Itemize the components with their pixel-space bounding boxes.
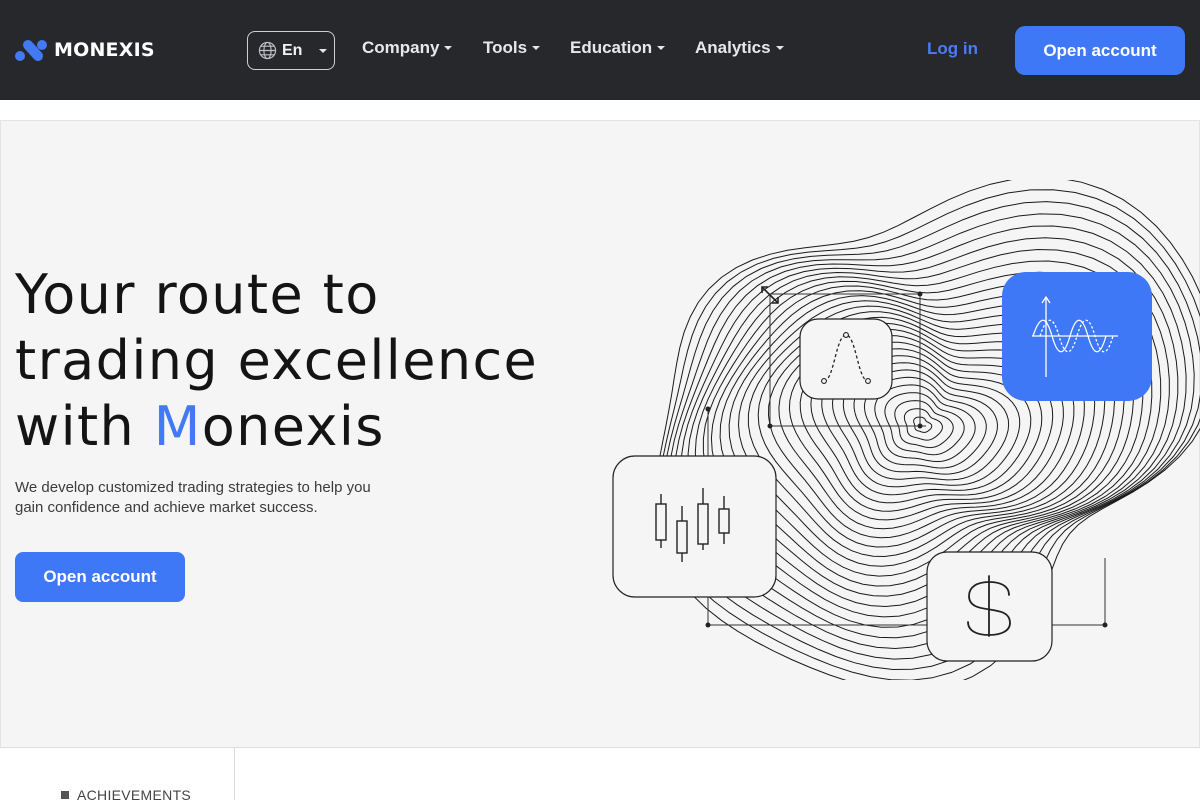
hero-headline: Your route to trading excellence with Mo… — [15, 262, 538, 460]
chevron-down-icon — [444, 46, 453, 50]
achievements-label: ACHIEVEMENTS — [77, 787, 192, 800]
globe-icon — [258, 41, 277, 60]
section-divider — [234, 748, 235, 800]
nav-item-label: Analytics — [695, 38, 771, 57]
nav-item-education[interactable]: Education — [570, 38, 666, 58]
achievements-section: ACHIEVEMENTS — [0, 747, 1200, 800]
language-label: En — [282, 41, 303, 59]
headline-highlight: M — [153, 395, 202, 458]
nav-item-tools[interactable]: Tools — [483, 38, 541, 58]
nav-item-analytics[interactable]: Analytics — [695, 38, 784, 58]
open-account-button[interactable]: Open account — [1015, 26, 1185, 75]
hero-open-account-button[interactable]: Open account — [15, 552, 185, 602]
nav-item-company[interactable]: Company — [362, 38, 453, 58]
chevron-down-icon — [775, 46, 784, 50]
dollar-card — [926, 551, 1053, 662]
contour-line — [913, 416, 933, 433]
login-link[interactable]: Log in — [927, 39, 978, 59]
chevron-down-icon — [319, 48, 328, 53]
headline-line-2: trading excellence — [15, 329, 539, 392]
nav-item-label: Company — [362, 38, 440, 57]
headline-line-3-suffix: onexis — [201, 395, 385, 458]
top-navbar: MONEXIS En Company Tools Education Analy… — [0, 0, 1200, 100]
bell-curve-card — [799, 318, 893, 400]
hero-illustration — [612, 180, 1200, 680]
brand-logo[interactable]: MONEXIS — [14, 36, 155, 64]
monexis-logo-icon — [15, 40, 47, 61]
language-selector[interactable]: En — [247, 31, 335, 70]
wave-chart-card — [1002, 272, 1152, 401]
square-bullet-icon — [61, 791, 69, 799]
chevron-down-icon — [532, 46, 541, 50]
headline-line-3-prefix: with — [15, 395, 154, 458]
headline-line-1: Your route to — [15, 263, 380, 326]
achievements-heading: ACHIEVEMENTS — [61, 787, 191, 800]
nav-item-label: Tools — [483, 38, 528, 57]
chevron-down-icon — [657, 46, 666, 50]
contour-line — [894, 400, 954, 449]
nav-item-label: Education — [570, 38, 653, 57]
candlestick-card — [612, 455, 777, 598]
hero-subtitle: We develop customized trading strategies… — [15, 479, 371, 516]
brand-name: MONEXIS — [54, 39, 155, 61]
